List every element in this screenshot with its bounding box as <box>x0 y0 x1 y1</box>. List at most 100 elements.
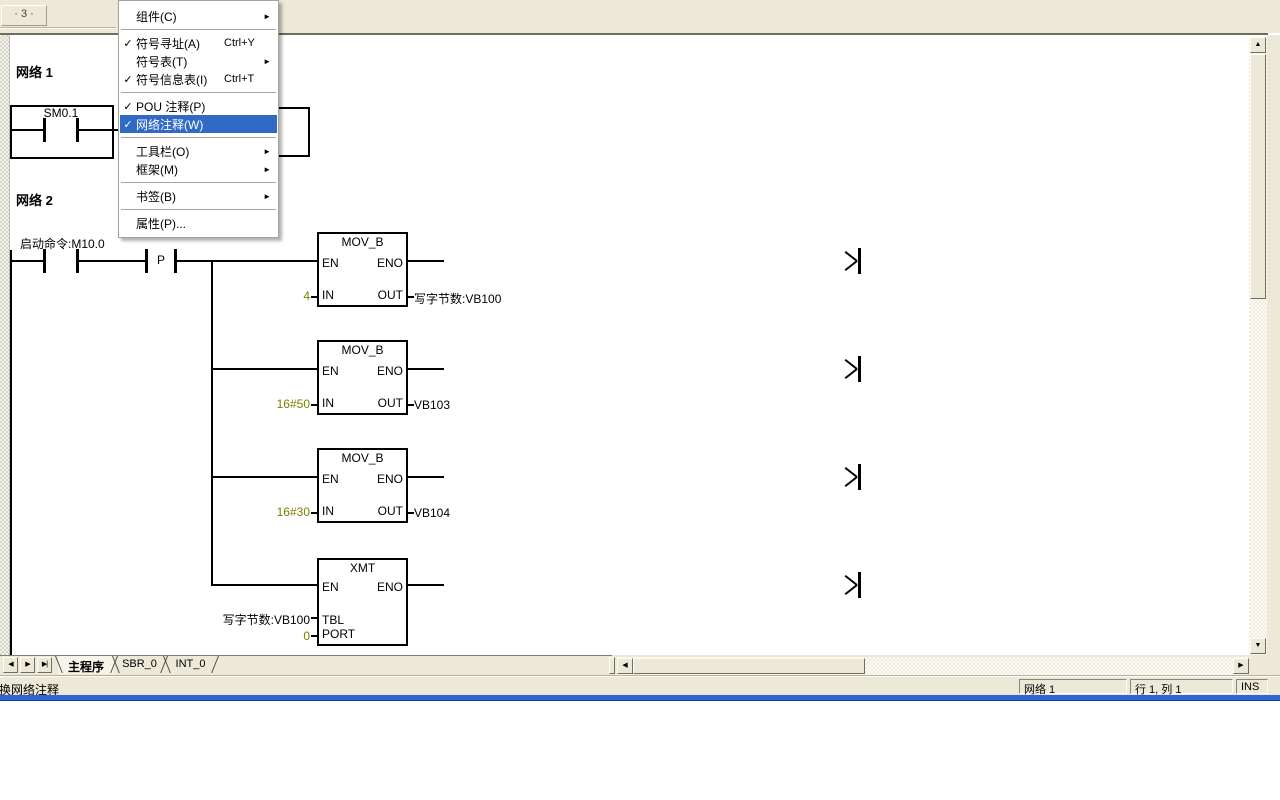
pin-out: OUT <box>378 396 403 410</box>
pin-eno: ENO <box>377 580 403 594</box>
menu-shortcut: Ctrl+T <box>224 73 254 85</box>
menu-item-properties[interactable]: 属性(P)... <box>120 214 277 232</box>
scroll-up-button[interactable]: ▲ <box>1250 37 1266 53</box>
port-operand[interactable]: 0 <box>180 629 310 643</box>
wire <box>79 260 145 262</box>
toolbar-groove-highlight <box>0 28 116 29</box>
checkmark-icon: ✓ <box>120 100 136 113</box>
menu-item-label: 工具栏(O) <box>136 143 189 160</box>
tbl-operand[interactable]: 写字节数:VB100 <box>180 611 310 628</box>
pin-tick <box>311 296 317 298</box>
status-message: 切换网络注释 <box>0 681 300 695</box>
pin-tick <box>311 617 317 619</box>
status-accent-bar <box>0 695 1280 701</box>
editor-left-margin <box>0 35 9 655</box>
xmt-block[interactable]: XMT EN ENO TBL PORT <box>317 558 408 646</box>
submenu-arrow-icon: ► <box>263 147 271 156</box>
arrow-left-icon: ◀ <box>622 662 627 669</box>
block-title: MOV_B <box>319 343 406 357</box>
mov-b-block-3[interactable]: MOV_B EN ENO IN OUT <box>317 448 408 523</box>
contact-bar[interactable] <box>43 249 46 273</box>
menu-shortcut: Ctrl+Y <box>224 37 255 49</box>
menu-separator <box>121 29 276 30</box>
pin-en: EN <box>322 472 339 486</box>
pin-tbl: TBL <box>322 613 344 627</box>
menu-item-symbol-table[interactable]: 符号表(T) ► <box>120 52 277 70</box>
menu-item-components[interactable]: 组件(C) ► <box>120 7 277 25</box>
submenu-arrow-icon: ► <box>263 12 271 21</box>
vertical-scroll-thumb[interactable] <box>1250 54 1266 299</box>
in-operand[interactable]: 4 <box>180 289 310 303</box>
arrow-last-icon: ▶| <box>42 661 47 668</box>
horizontal-scroll-thumb[interactable] <box>633 658 865 674</box>
menu-item-symbolic-addressing[interactable]: ✓ 符号寻址(A) Ctrl+Y <box>120 34 277 52</box>
menu-item-label: POU 注释(P) <box>136 98 205 115</box>
view-menu-popup: 组件(C) ► ✓ 符号寻址(A) Ctrl+Y 符号表(T) ► ✓ 符号信息… <box>118 0 279 238</box>
pin-tick <box>311 404 317 406</box>
menu-separator <box>121 92 276 93</box>
submenu-arrow-icon: ► <box>263 165 271 174</box>
menu-item-toolbars[interactable]: 工具栏(O) ► <box>120 142 277 160</box>
mov-b-block-1[interactable]: MOV_B EN ENO IN OUT <box>317 232 408 307</box>
tab-int0[interactable]: INT_0 <box>163 658 218 670</box>
block-title: XMT <box>319 561 406 575</box>
tab-scroll-prev-button[interactable]: ◀ <box>3 657 18 673</box>
branch-rail <box>211 260 213 586</box>
open-wire-arrow-icon <box>408 464 861 490</box>
block-title: MOV_B <box>319 451 406 465</box>
tab-main-program[interactable]: 主程序 <box>55 658 117 675</box>
tab-scrollbar-splitter[interactable] <box>609 657 615 674</box>
open-wire-arrow-icon <box>408 356 861 382</box>
menu-item-network-comments[interactable]: ✓ 网络注释(W) <box>120 115 277 133</box>
network2-label: 网络 2 <box>16 190 53 209</box>
pin-in: IN <box>322 396 334 410</box>
out-operand[interactable]: VB103 <box>414 398 450 412</box>
out-operand[interactable]: 写字节数:VB100 <box>414 290 501 307</box>
tab-scroll-last-button[interactable]: ▶| <box>37 657 52 673</box>
contact-sm01-label: SM0.1 <box>26 106 96 120</box>
toolbar-fragment[interactable]: · 3 · <box>1 5 47 26</box>
menu-item-label: 书签(B) <box>136 188 176 205</box>
menu-separator <box>121 209 276 210</box>
scroll-right-button[interactable]: ▶ <box>1233 658 1249 674</box>
menu-item-symbol-info-table[interactable]: ✓ 符号信息表(I) Ctrl+T <box>120 70 277 88</box>
menu-item-label: 组件(C) <box>136 8 177 25</box>
menu-item-label: 符号信息表(I) <box>136 71 207 88</box>
out-operand[interactable]: VB104 <box>414 506 450 520</box>
menu-item-label: 属性(P)... <box>136 215 186 232</box>
scrollbar-corner <box>1249 655 1267 677</box>
menu-item-bookmarks[interactable]: 书签(B) ► <box>120 187 277 205</box>
mov-b-block-2[interactable]: MOV_B EN ENO IN OUT <box>317 340 408 415</box>
menu-item-label: 框架(M) <box>136 161 178 178</box>
submenu-arrow-icon: ► <box>263 192 271 201</box>
contact-m100-label: 启动命令:M10.0 <box>20 235 105 252</box>
in-operand[interactable]: 16#50 <box>180 397 310 411</box>
app-window: · 3 · 网络 1 SM0.1 网络 2 启动命令:M10.0 P MOV_B… <box>0 0 1280 800</box>
power-rail <box>10 250 12 655</box>
pin-port: PORT <box>322 627 355 641</box>
arrow-right-icon: ▶ <box>1238 662 1243 669</box>
right-margin <box>1267 35 1280 677</box>
tab-scroll-next-button[interactable]: ▶ <box>20 657 35 673</box>
scroll-down-button[interactable]: ▼ <box>1250 638 1266 654</box>
tab-sbr0[interactable]: SBR_0 <box>112 658 167 670</box>
status-network-indicator: 网络 1 <box>1019 679 1127 694</box>
pin-eno: ENO <box>377 472 403 486</box>
pin-in: IN <box>322 288 334 302</box>
wire <box>211 584 317 586</box>
menu-item-frame[interactable]: 框架(M) ► <box>120 160 277 178</box>
menu-item-pou-comments[interactable]: ✓ POU 注释(P) <box>120 97 277 115</box>
arrow-up-icon: ▲ <box>1255 41 1262 48</box>
in-operand[interactable]: 16#30 <box>180 505 310 519</box>
status-message-area: 切换网络注释 <box>0 681 300 695</box>
contact-bar[interactable] <box>43 118 46 142</box>
status-cursor-position: 行 1, 列 1 <box>1130 679 1233 694</box>
pin-en: EN <box>322 364 339 378</box>
pin-en: EN <box>322 580 339 594</box>
menu-item-label: 网络注释(W) <box>136 116 203 133</box>
open-wire-arrow-icon <box>408 248 861 274</box>
pin-tick <box>311 635 317 637</box>
wire <box>211 476 317 478</box>
scroll-left-button[interactable]: ◀ <box>617 658 633 674</box>
arrow-down-icon: ▼ <box>1255 642 1262 649</box>
